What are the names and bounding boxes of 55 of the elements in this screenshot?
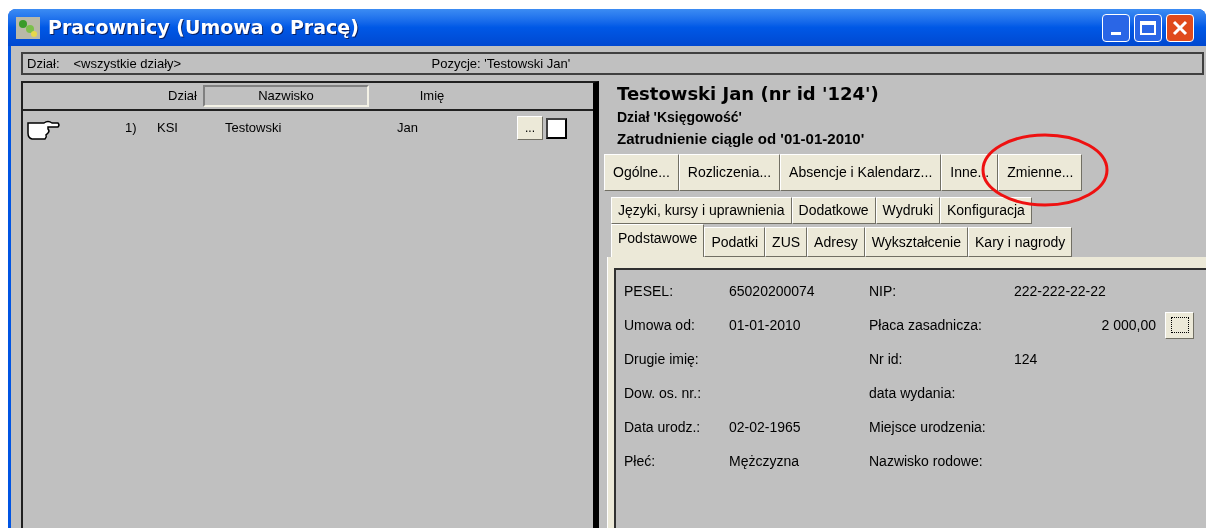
column-header[interactable]: Nazwisko [203, 85, 369, 107]
tab[interactable]: Wykształcenie [864, 227, 969, 257]
section-button[interactable]: Absencje i Kalendarz... [780, 154, 942, 191]
tab[interactable]: Języki, kursy i uprawnienia [611, 197, 792, 224]
column-header[interactable]: Imię [369, 86, 495, 106]
table-cell-text: Testowski [225, 119, 283, 138]
field-value: 2 000,00 [1100, 315, 1156, 335]
tab[interactable]: Wydruki [875, 197, 940, 224]
field-value: 65020200074 [729, 281, 816, 301]
column-header[interactable]: Dział [168, 86, 197, 106]
row-checkbox[interactable] [546, 117, 567, 139]
tab[interactable]: ZUS [765, 227, 808, 257]
section-button[interactable]: Ogólne... [604, 154, 679, 191]
tab[interactable]: Kary i nagrody [968, 227, 1073, 257]
minimize-button[interactable] [1102, 13, 1130, 42]
tab[interactable]: Adresy [807, 227, 865, 257]
tab[interactable]: Konfiguracja [940, 197, 1032, 224]
tab[interactable]: Dodatkowe [791, 197, 876, 224]
row-number: 1) [125, 119, 138, 138]
field-label: Miejsce urodzenia: [869, 417, 987, 437]
field-label: NIP: [869, 281, 898, 301]
section-button[interactable]: Zmienne... [998, 154, 1083, 191]
table-cell-text: Jan [397, 119, 419, 138]
row-button[interactable]: ... [517, 116, 543, 140]
filter-value[interactable]: <wszystkie działy> [73, 53, 418, 74]
employee-heading: Testowski Jan (nr id '124') [617, 83, 880, 105]
field-label: Data urodz.: [624, 417, 702, 437]
field-label: Nazwisko rodowe: [869, 451, 984, 471]
field-value: 124 [1014, 349, 1039, 369]
field-value: 02-02-1965 [729, 417, 802, 437]
table-cell-text: KSI [157, 119, 179, 138]
ellipsis-button[interactable] [1165, 311, 1194, 339]
department-text: Dział 'Księgowość' [617, 108, 743, 127]
tab[interactable]: Podatki [704, 227, 766, 257]
field-label: Płeć: [624, 451, 657, 471]
position-text: Pozycje: 'Testowski Jan' [431, 54, 571, 73]
field-value: 01-01-2010 [729, 315, 802, 335]
tab[interactable]: Podstawowe [611, 224, 705, 257]
window-title: Pracownicy (Umowa o Pracę) [48, 15, 360, 41]
field-label: Drugie imię: [624, 349, 700, 369]
close-button[interactable] [1166, 13, 1194, 42]
employment-text: Zatrudnienie ciągle od '01-01-2010' [617, 129, 866, 149]
field-label: Umowa od: [624, 315, 696, 335]
filter-label: Dział: [27, 54, 60, 73]
field-label: PESEL: [624, 281, 675, 301]
section-button[interactable]: Rozliczenia... [678, 154, 781, 191]
field-label: Płaca zasadnicza: [869, 315, 983, 335]
app-icon [16, 16, 40, 39]
field-label: Nr id: [869, 349, 904, 369]
maximize-button[interactable] [1134, 13, 1162, 42]
field-value: Mężczyzna [729, 451, 801, 471]
field-label: Dow. os. nr.: [624, 383, 703, 403]
close-icon [1172, 19, 1188, 36]
field-label: data wydania: [869, 383, 957, 403]
field-value: 222-222-22-22 [1014, 281, 1107, 301]
